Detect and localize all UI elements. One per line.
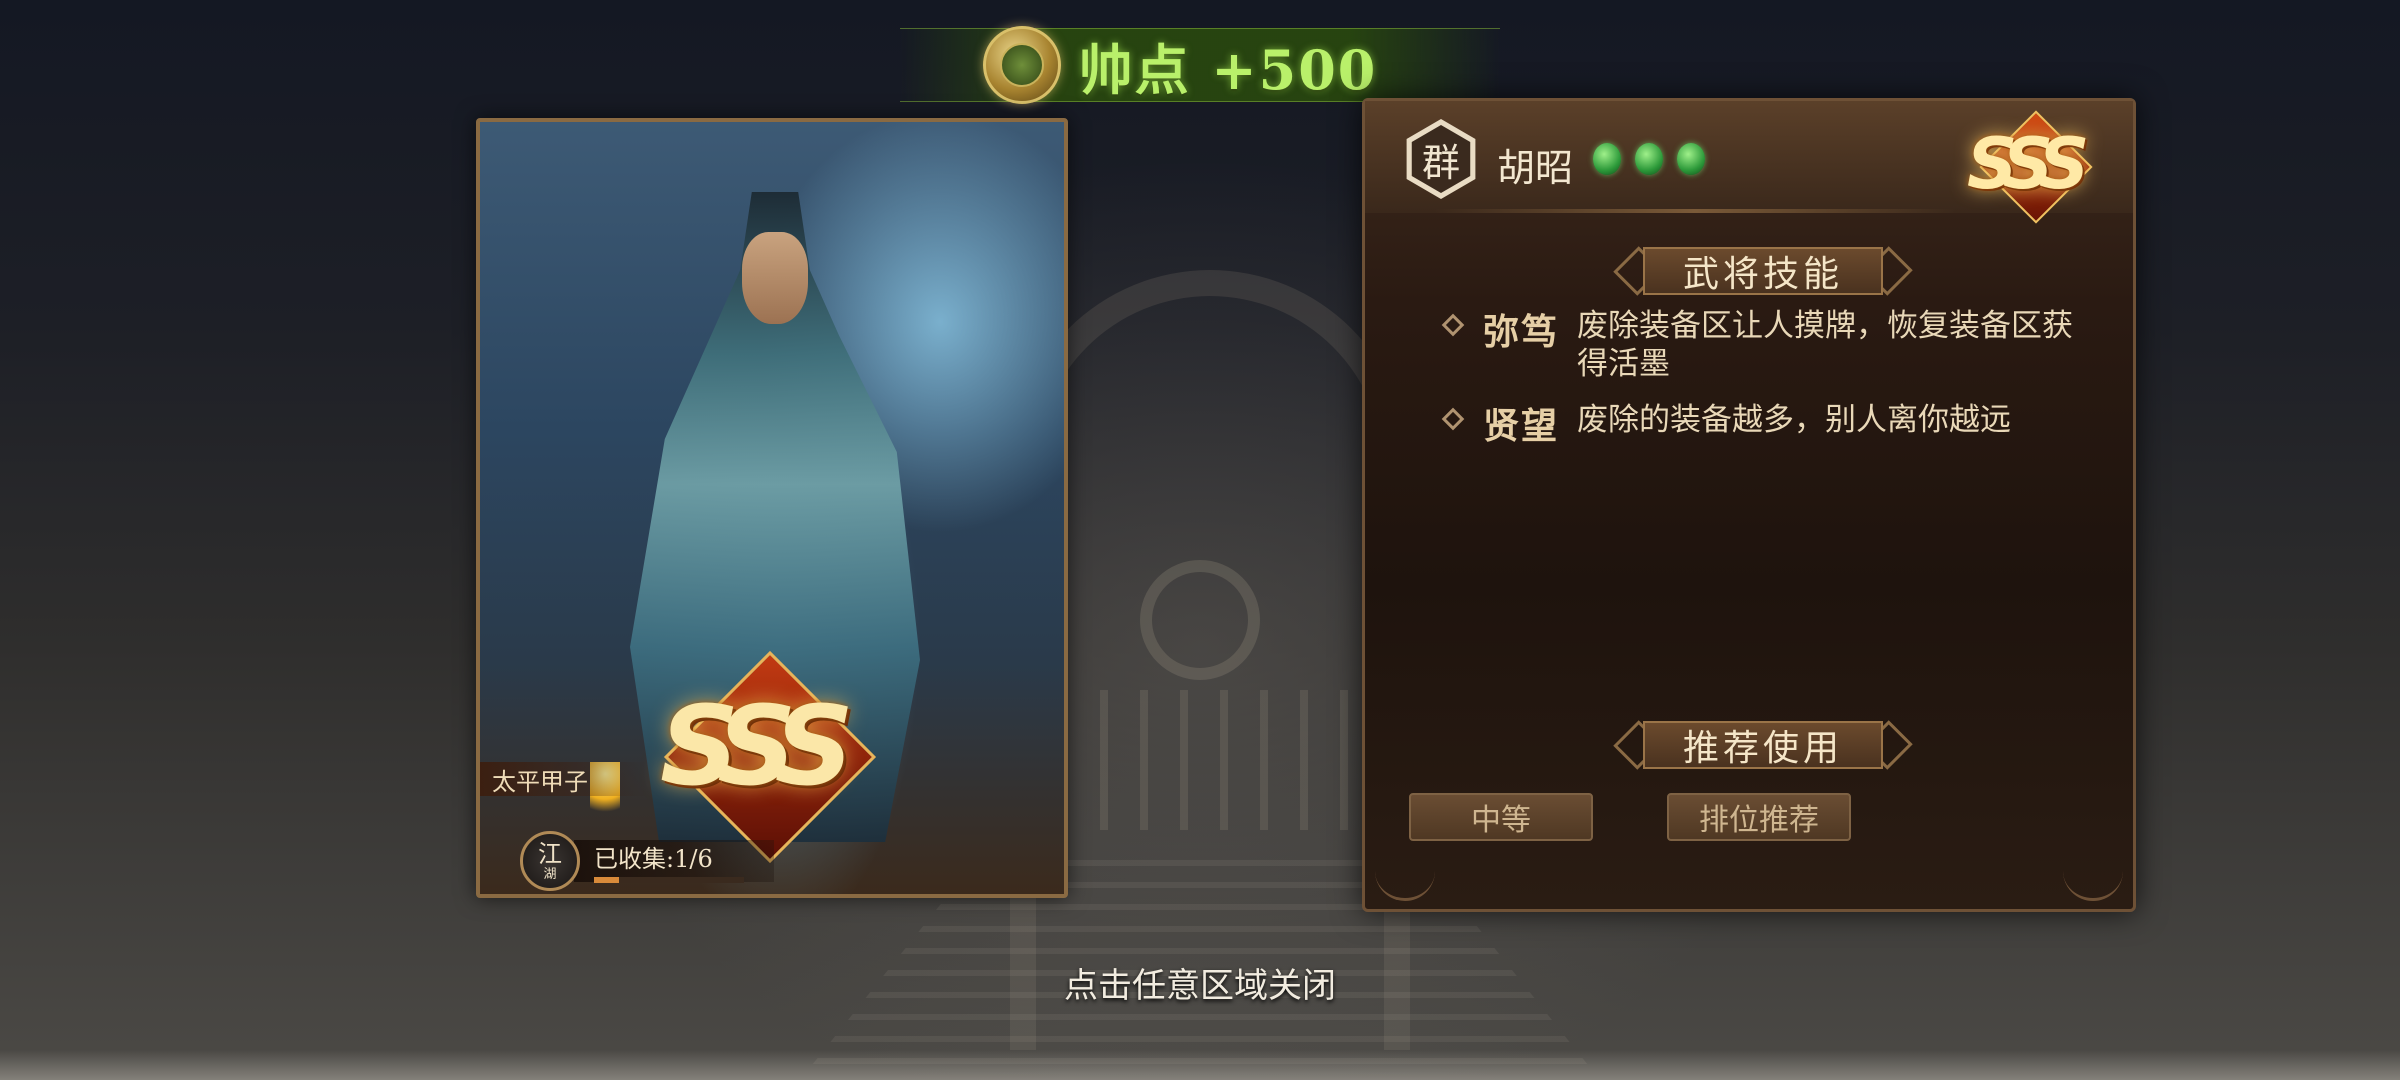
skills-section-title: 武将技能 bbox=[1613, 246, 1913, 296]
jianghu-badge-icon: 江 湖 bbox=[520, 831, 580, 891]
corner-ornament-right bbox=[2063, 861, 2123, 901]
skill-item[interactable]: 贤望 废除的装备越多，别人离你越远 bbox=[1441, 397, 2085, 449]
corner-ornament-left bbox=[1375, 861, 1435, 901]
badge-main-char: 江 bbox=[538, 839, 562, 868]
recommend-title: 推荐使用 bbox=[1682, 728, 1843, 769]
diamond-bullet-icon bbox=[1441, 313, 1465, 337]
green-gem-icon bbox=[1635, 143, 1663, 175]
collection-progress-fill bbox=[594, 877, 619, 883]
pack-tag: 太平甲子 bbox=[480, 762, 648, 796]
skill-name: 弥笃 bbox=[1483, 311, 1560, 353]
skill-name: 贤望 bbox=[1483, 405, 1560, 447]
gem-rating bbox=[1593, 143, 1705, 175]
reward-text: 帅点 +500 bbox=[1078, 37, 1378, 102]
hero-info-panel: 群 胡昭 SSS 武将技能 弥笃 废除装备区让人摸牌，恢复装备区获得活墨 贤望 … bbox=[1362, 98, 2136, 912]
reward-banner: 帅点 +500 bbox=[900, 26, 1500, 104]
skill-desc: 废除装备区让人摸牌，恢复装备区获得活墨 bbox=[1577, 308, 2074, 382]
collection-bar: 江 湖 已收集:1/6 bbox=[520, 831, 860, 891]
collection-progress-track bbox=[594, 877, 744, 883]
header-divider bbox=[1435, 209, 1955, 213]
green-gem-icon bbox=[1593, 143, 1621, 175]
panel-rating-badge: SSS bbox=[1961, 110, 2111, 227]
background-railing bbox=[1060, 690, 1360, 830]
diamond-bullet-icon bbox=[1441, 407, 1465, 431]
collected-text: 已收集:1/6 bbox=[594, 845, 713, 873]
skills-title: 武将技能 bbox=[1682, 254, 1843, 295]
hero-name: 胡昭 bbox=[1497, 146, 1574, 190]
faction-glyph: 群 bbox=[1411, 125, 1471, 193]
recommend-tag-ranked: 排位推荐 bbox=[1667, 793, 1851, 841]
recommend-tag-difficulty: 中等 bbox=[1409, 793, 1593, 841]
card-rating-badge: SSS bbox=[660, 682, 854, 810]
gold-coin-icon bbox=[982, 26, 1061, 104]
panel-rating-text: SSS bbox=[1967, 123, 2089, 205]
badge-sub-char: 湖 bbox=[543, 866, 557, 882]
green-gem-icon bbox=[1677, 143, 1705, 175]
skill-desc: 废除的装备越多，别人离你越远 bbox=[1577, 402, 2012, 438]
close-hint[interactable]: 点击任意区域关闭 bbox=[0, 958, 2400, 1007]
skill-item[interactable]: 弥笃 废除装备区让人摸牌，恢复装备区获得活墨 bbox=[1441, 303, 2085, 383]
hero-card[interactable]: SSS 太平甲子 江 湖 已收集:1/6 bbox=[476, 118, 1068, 898]
background-drum bbox=[1140, 560, 1260, 680]
collection-info: 已收集:1/6 bbox=[574, 840, 774, 883]
bottom-glow bbox=[0, 1050, 2400, 1080]
hero-face bbox=[742, 232, 808, 324]
recommend-section-title: 推荐使用 bbox=[1613, 720, 1913, 770]
